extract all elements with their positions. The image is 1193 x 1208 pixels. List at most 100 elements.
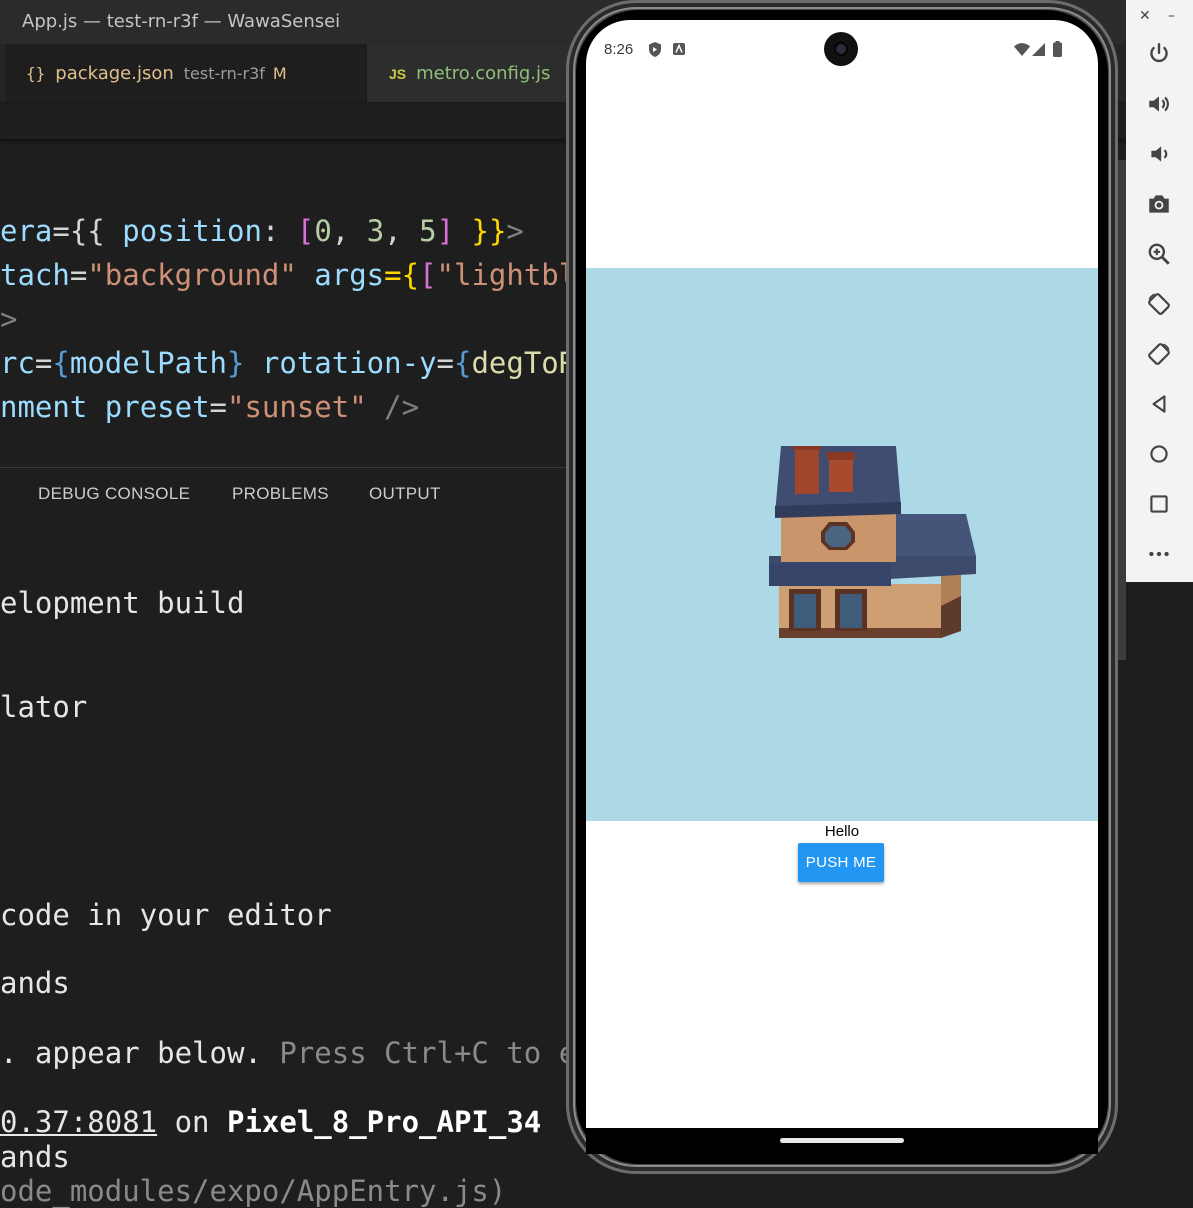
code-token: rotation-y <box>244 346 437 380</box>
back-icon[interactable] <box>1139 384 1179 424</box>
code-token: : <box>261 214 297 248</box>
status-clock: 8:26 <box>604 41 634 58</box>
code-token: ={ <box>384 258 420 292</box>
home-gesture-bar[interactable] <box>780 1138 904 1143</box>
code-token: > <box>506 214 524 248</box>
chimney-cap <box>793 446 821 450</box>
terminal-line: ode_modules/expo/AppEntry.js) <box>0 1174 507 1208</box>
volume-down-icon[interactable] <box>1139 134 1179 174</box>
code-token: = <box>209 390 227 424</box>
zoom-icon[interactable] <box>1139 234 1179 274</box>
code-token: nment <box>0 390 88 424</box>
code-line[interactable]: nment preset="sunset" /> <box>0 390 419 424</box>
code-token: tach <box>0 258 70 292</box>
terminal-line: lator <box>0 690 88 724</box>
code-token: position <box>122 214 262 248</box>
lower-roof-top <box>896 514 976 556</box>
terminal-line: 0.37:8081 on Pixel_8_Pro_API_34 <box>0 1105 541 1139</box>
status-bar: 8:26 <box>586 20 1098 80</box>
code-line[interactable]: > <box>0 302 17 336</box>
hello-text: Hello <box>824 823 860 840</box>
code-token: "lightbl <box>436 258 577 292</box>
rotate-left-icon[interactable] <box>1139 284 1179 324</box>
code-token: ] <box>436 214 455 248</box>
code-token: = <box>69 258 88 292</box>
terminal-line: code in your editor <box>0 898 332 932</box>
code-token: } <box>227 346 245 380</box>
code-line[interactable]: era={{ position: [0, 3, 5] }}> <box>0 214 524 248</box>
home-icon[interactable] <box>1139 434 1179 474</box>
close-icon[interactable]: ✕ <box>1139 8 1151 24</box>
phone-screen: 8:26 Hello PUSH ME <box>586 20 1098 1134</box>
navigation-bar <box>586 1128 1098 1154</box>
modified-badge: M <box>272 64 287 83</box>
code-line[interactable]: tach="background" args={["lightbl <box>0 258 576 292</box>
tab-problems[interactable]: PROBLEMS <box>232 484 329 504</box>
code-token: "sunset" <box>227 390 367 424</box>
battery-icon <box>1053 41 1062 57</box>
json-file-icon: {} <box>26 64 46 83</box>
terminal-line: elopment build <box>0 586 245 620</box>
three-canvas[interactable] <box>586 268 1098 821</box>
chimney <box>829 456 853 492</box>
code-token: modelPath <box>69 346 227 380</box>
rotate-right-icon[interactable] <box>1139 334 1179 374</box>
code-line[interactable]: rc={modelPath} rotation-y={degToR <box>0 346 576 380</box>
code-token: era <box>0 214 53 248</box>
code-token: 0 <box>314 214 332 248</box>
code-token: , <box>384 214 420 248</box>
minimize-icon[interactable]: – <box>1168 8 1175 24</box>
code-token: { <box>52 346 70 380</box>
chimney <box>795 446 819 494</box>
chimney-cap <box>827 452 855 460</box>
terminal-link[interactable]: 0.37:8081 <box>0 1105 157 1139</box>
overview-icon[interactable] <box>1139 484 1179 524</box>
front-camera <box>824 32 858 66</box>
emulator-toolbar: ✕ – <box>1126 0 1193 582</box>
power-icon[interactable] <box>1139 34 1179 74</box>
js-file-icon: JS <box>389 66 407 82</box>
window-glass <box>794 594 816 628</box>
tab-label: package.json <box>55 63 174 84</box>
terminal-text: . appear below. <box>0 1036 262 1070</box>
code-token: rc <box>0 346 35 380</box>
tab-debug-console[interactable]: DEBUG CONSOLE <box>38 484 190 504</box>
window-title: App.js — test-rn-r3f — WawaSensei <box>22 11 341 32</box>
terminal-line: ands <box>0 1140 70 1174</box>
camera-icon[interactable] <box>1139 184 1179 224</box>
volume-up-icon[interactable] <box>1139 84 1179 124</box>
terminal-line: ands <box>0 966 70 1000</box>
code-token: /> <box>366 390 420 424</box>
code-token: , <box>331 214 367 248</box>
tab-description: test-rn-r3f <box>183 64 265 83</box>
tab-output[interactable]: OUTPUT <box>369 484 441 504</box>
terminal-hint: Press Ctrl+C to e <box>261 1036 577 1070</box>
code-token: }} <box>454 214 507 248</box>
window-glass <box>840 594 862 628</box>
code-token: [ <box>296 214 315 248</box>
code-token: = <box>436 346 454 380</box>
code-token: degToR <box>471 346 577 380</box>
app-notification-icon <box>673 43 685 55</box>
tab-label: metro.config.js <box>416 63 551 84</box>
android-emulator-device: 8:26 Hello PUSH ME <box>566 0 1118 1174</box>
device-name: Pixel_8_Pro_API_34 <box>226 1105 542 1139</box>
code-token: > <box>0 302 18 336</box>
more-icon[interactable] <box>1139 534 1179 574</box>
code-token: ={{ <box>52 214 123 248</box>
code-token: 3 <box>366 214 385 248</box>
terminal-line: . appear below. Press Ctrl+C to e <box>0 1036 576 1070</box>
shield-icon <box>649 42 661 57</box>
tab-package-json[interactable]: {} package.json test-rn-r3f M <box>6 44 367 102</box>
signal-icon <box>1032 43 1045 56</box>
code-token: = <box>34 346 53 380</box>
round-window-glass <box>825 526 851 547</box>
wifi-icon <box>1014 43 1030 56</box>
code-token: "background" <box>87 258 297 292</box>
code-token: { <box>454 346 472 380</box>
code-token: args <box>296 258 385 292</box>
push-me-button[interactable]: PUSH ME <box>798 843 884 882</box>
code-token: [ <box>419 258 437 292</box>
terminal-text: on <box>157 1105 227 1139</box>
code-token: 5 <box>419 214 437 248</box>
